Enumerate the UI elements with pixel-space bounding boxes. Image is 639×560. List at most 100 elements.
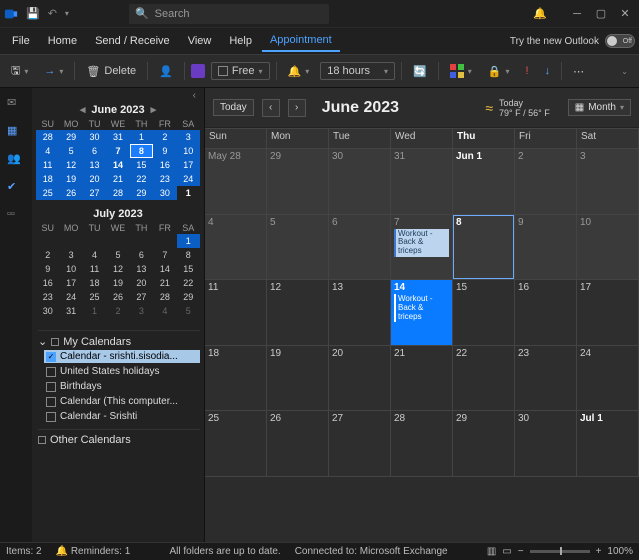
delete-button[interactable]: 🗑Delete bbox=[81, 62, 141, 81]
day-cell[interactable]: 13 bbox=[329, 280, 391, 346]
minical-day[interactable]: 27 bbox=[130, 290, 153, 304]
minical-day[interactable] bbox=[36, 234, 59, 248]
save-icon[interactable]: 💾 bbox=[26, 7, 40, 20]
day-cell[interactable]: 2 bbox=[515, 149, 577, 215]
checkbox[interactable] bbox=[46, 382, 56, 392]
day-cell[interactable]: 31 bbox=[391, 149, 453, 215]
day-cell[interactable]: 30 bbox=[329, 149, 391, 215]
undo-icon[interactable]: ↶ bbox=[48, 7, 57, 20]
more-apps-icon[interactable]: ▫▫ bbox=[7, 208, 25, 226]
minical-day[interactable] bbox=[83, 234, 106, 248]
day-cell[interactable]: 19 bbox=[267, 346, 329, 412]
minical-day[interactable]: 31 bbox=[106, 130, 129, 144]
day-cell[interactable]: 5 bbox=[267, 215, 329, 281]
private-button[interactable]: 🔒▾ bbox=[483, 62, 515, 81]
minical-day[interactable]: 8 bbox=[177, 248, 200, 262]
minical-day[interactable]: 4 bbox=[153, 304, 176, 318]
prev-month-button[interactable]: ‹ bbox=[262, 99, 280, 117]
minical-day[interactable]: 4 bbox=[36, 144, 59, 158]
forward-button[interactable]: →▾ bbox=[39, 62, 68, 80]
reminder-bell-icon[interactable]: 🔔▾ bbox=[283, 62, 315, 81]
day-cell[interactable]: Jul 1 bbox=[577, 411, 639, 477]
minical-day[interactable]: 13 bbox=[83, 158, 106, 172]
menu-sendreceive[interactable]: Send / Receive bbox=[87, 31, 178, 51]
minical-day[interactable]: 14 bbox=[106, 158, 129, 172]
low-importance-button[interactable]: ↓ bbox=[540, 62, 556, 80]
day-cell[interactable]: 23 bbox=[515, 346, 577, 412]
zoom-slider[interactable] bbox=[530, 550, 590, 553]
checkbox[interactable]: ✓ bbox=[46, 352, 56, 362]
minical-day[interactable]: 22 bbox=[177, 276, 200, 290]
mail-icon[interactable]: ✉ bbox=[7, 96, 25, 114]
minical-day[interactable]: 30 bbox=[153, 186, 176, 200]
minical-day[interactable]: 30 bbox=[36, 304, 59, 318]
minical-day[interactable]: 21 bbox=[106, 172, 129, 186]
minical-day[interactable]: 6 bbox=[83, 144, 106, 158]
minical-day[interactable]: 24 bbox=[177, 172, 200, 186]
day-cell[interactable]: 29 bbox=[267, 149, 329, 215]
day-cell[interactable]: 6 bbox=[329, 215, 391, 281]
day-cell[interactable]: 24 bbox=[577, 346, 639, 412]
day-cell[interactable]: 16 bbox=[515, 280, 577, 346]
minical-day[interactable]: 21 bbox=[153, 276, 176, 290]
minical-day[interactable]: 1 bbox=[177, 186, 200, 200]
day-cell[interactable]: 8 bbox=[453, 215, 515, 281]
minical-day[interactable]: 24 bbox=[59, 290, 82, 304]
minical-day[interactable]: 23 bbox=[36, 290, 59, 304]
minical-day[interactable] bbox=[59, 234, 82, 248]
minical-day[interactable]: 8 bbox=[130, 144, 153, 158]
day-cell[interactable]: 30 bbox=[515, 411, 577, 477]
try-outlook-toggle[interactable]: Off bbox=[605, 34, 635, 48]
day-cell[interactable]: 29 bbox=[453, 411, 515, 477]
minical-day[interactable]: 6 bbox=[130, 248, 153, 262]
next-month-icon[interactable]: ▸ bbox=[151, 103, 157, 116]
minical-day[interactable] bbox=[153, 234, 176, 248]
minical-day[interactable]: 15 bbox=[130, 158, 153, 172]
menu-file[interactable]: File bbox=[4, 31, 38, 51]
day-cell[interactable]: 20 bbox=[329, 346, 391, 412]
prev-month-icon[interactable]: ◂ bbox=[80, 103, 86, 116]
day-cell[interactable]: 4 bbox=[205, 215, 267, 281]
minical-day[interactable] bbox=[106, 234, 129, 248]
minical-day[interactable]: 7 bbox=[106, 144, 129, 158]
minical-day[interactable]: 2 bbox=[36, 248, 59, 262]
sidebar-collapse-button[interactable]: ‹ bbox=[36, 90, 200, 101]
minical-day[interactable]: 10 bbox=[177, 144, 200, 158]
minical-day[interactable]: 25 bbox=[83, 290, 106, 304]
minical-day[interactable]: 12 bbox=[106, 262, 129, 276]
day-cell[interactable]: Jun 1 bbox=[453, 149, 515, 215]
day-cell[interactable]: 14Workout - Back & triceps bbox=[391, 280, 453, 346]
minical-day[interactable]: 2 bbox=[106, 304, 129, 318]
minical-day[interactable]: 12 bbox=[59, 158, 82, 172]
minical-day[interactable]: 17 bbox=[59, 276, 82, 290]
minical-day[interactable]: 28 bbox=[106, 186, 129, 200]
menu-view[interactable]: View bbox=[180, 31, 220, 51]
calendar-list-item[interactable]: Birthdays bbox=[44, 380, 200, 393]
day-cell[interactable]: 26 bbox=[267, 411, 329, 477]
minical-day[interactable]: 18 bbox=[83, 276, 106, 290]
checkbox[interactable] bbox=[46, 397, 56, 407]
minical-day[interactable]: 29 bbox=[177, 290, 200, 304]
view-normal-icon[interactable]: ▭ bbox=[502, 546, 511, 557]
minical-day[interactable]: 26 bbox=[59, 186, 82, 200]
minical-day[interactable]: 29 bbox=[59, 130, 82, 144]
minical-day[interactable]: 28 bbox=[36, 130, 59, 144]
show-as-color-button[interactable] bbox=[191, 64, 205, 78]
todo-icon[interactable]: ✔ bbox=[7, 180, 25, 198]
minical-day[interactable]: 27 bbox=[83, 186, 106, 200]
minical-day[interactable]: 9 bbox=[36, 262, 59, 276]
calendar-list-item[interactable]: ✓Calendar - srishti.sisodia... bbox=[44, 350, 200, 363]
minical-day[interactable]: 15 bbox=[177, 262, 200, 276]
minical-day[interactable]: 5 bbox=[106, 248, 129, 262]
day-cell[interactable]: 21 bbox=[391, 346, 453, 412]
menu-appointment[interactable]: Appointment bbox=[262, 30, 340, 52]
day-cell[interactable]: May 28 bbox=[205, 149, 267, 215]
calendar-list-item[interactable]: Calendar (This computer... bbox=[44, 395, 200, 408]
minical-day[interactable]: 9 bbox=[153, 144, 176, 158]
minical-day[interactable]: 5 bbox=[59, 144, 82, 158]
day-cell[interactable]: 9 bbox=[515, 215, 577, 281]
minical-day[interactable]: 2 bbox=[153, 130, 176, 144]
minical-day[interactable] bbox=[130, 234, 153, 248]
maximize-button[interactable]: ▢ bbox=[591, 4, 611, 24]
categorize-button[interactable]: ▾ bbox=[445, 61, 477, 81]
